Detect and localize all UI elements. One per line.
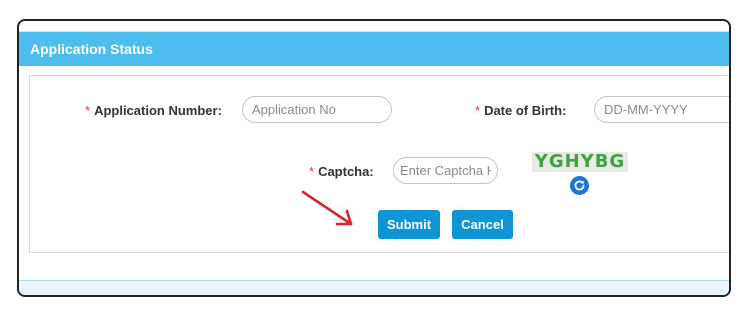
panel-footer: [19, 280, 729, 295]
arrow-pointer-icon: [301, 190, 353, 226]
date-of-birth-input[interactable]: [594, 96, 729, 123]
application-number-label: * Application Number:: [85, 103, 222, 118]
date-of-birth-label: * Date of Birth:: [475, 103, 567, 118]
required-marker: *: [309, 164, 315, 179]
cancel-button[interactable]: Cancel: [452, 210, 513, 239]
captcha-label: * Captcha:: [309, 164, 374, 179]
application-number-input[interactable]: [242, 96, 392, 123]
captcha-image: YGHYBG: [532, 152, 628, 172]
captcha-input[interactable]: [393, 157, 498, 184]
required-marker: *: [85, 103, 91, 118]
refresh-icon: [574, 180, 585, 191]
captcha-refresh-button[interactable]: [570, 176, 589, 195]
panel-header: Application Status: [19, 31, 729, 66]
submit-button[interactable]: Submit: [378, 210, 440, 239]
window-frame: Application Status * Application Number: …: [17, 19, 731, 297]
page-title: Application Status: [30, 41, 153, 57]
required-marker: *: [475, 103, 481, 118]
